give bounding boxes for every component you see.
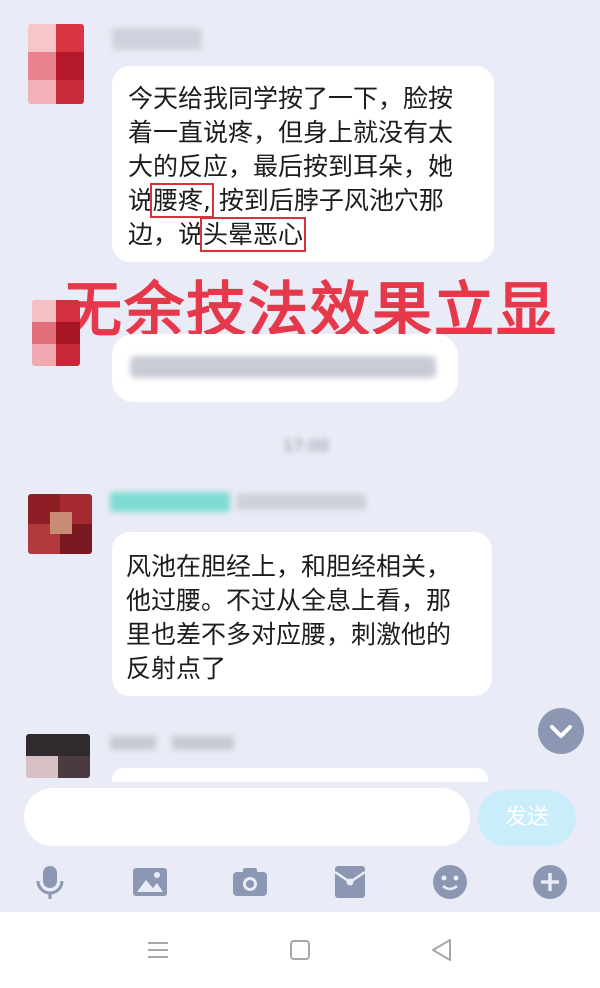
sender-name-blurred <box>110 492 230 512</box>
message-text: 风池在胆经上，和胆经相关，他过腰。不过从全息上看，那里也差不多对应腰，刺激他的反… <box>126 552 452 683</box>
emoji-icon[interactable] <box>430 862 470 902</box>
highlight-waist-pain: 腰疼, <box>150 183 214 218</box>
menu-icon[interactable] <box>144 936 172 964</box>
time-label: 17:00 <box>282 436 330 455</box>
avatar[interactable] <box>28 494 92 554</box>
message-input[interactable] <box>24 788 470 846</box>
highlight-dizzy-nausea: 头晕恶心 <box>200 217 307 252</box>
avatar[interactable] <box>28 24 84 104</box>
message-bubble[interactable]: 风池在胆经上，和胆经相关，他过腰。不过从全息上看，那里也差不多对应腰，刺激他的反… <box>112 532 492 696</box>
message-text: 今天给我同学按了一下，脸按着一直说疼，但身上就没有太大的反应，最后按到耳朵，她说… <box>128 84 454 252</box>
message-bubble[interactable]: 今天给我同学按了一下，脸按着一直说疼，但身上就没有太大的反应，最后按到耳朵，她说… <box>112 66 494 262</box>
avatar[interactable] <box>26 734 90 778</box>
plus-icon[interactable] <box>530 862 570 902</box>
image-icon[interactable] <box>130 862 170 902</box>
scroll-down-icon <box>550 725 572 738</box>
sender-name-blurred <box>172 736 234 750</box>
sender-name-blurred <box>110 736 156 750</box>
send-button[interactable]: 发送 <box>478 790 576 846</box>
message-bubble-partial[interactable] <box>112 768 488 782</box>
red-packet-icon[interactable] <box>330 862 370 902</box>
message-text-blurred <box>130 356 436 378</box>
avatar[interactable] <box>32 300 80 366</box>
home-icon[interactable] <box>286 936 314 964</box>
system-nav-bar <box>0 912 600 988</box>
back-icon[interactable] <box>428 936 456 964</box>
scroll-down-button[interactable] <box>538 708 584 754</box>
sender-name-blurred <box>112 28 202 50</box>
mic-icon[interactable] <box>30 862 70 902</box>
sender-title-blurred <box>236 494 366 510</box>
camera-icon[interactable] <box>230 862 270 902</box>
